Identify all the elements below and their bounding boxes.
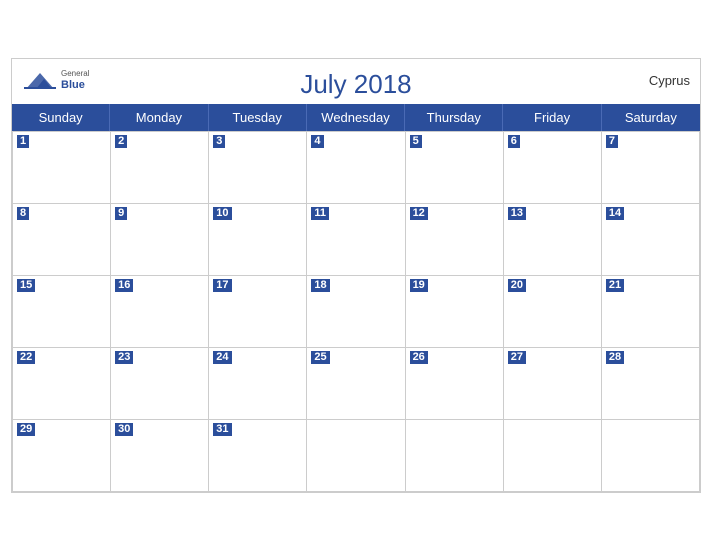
day-cell-23: 23 <box>111 348 209 420</box>
day-cell-22: 22 <box>13 348 111 420</box>
day-number: 4 <box>311 135 323 148</box>
day-cell-4: 4 <box>307 132 405 204</box>
day-number: 8 <box>17 207 29 220</box>
day-cell-6: 6 <box>504 132 602 204</box>
day-number: 6 <box>508 135 520 148</box>
days-header: SundayMondayTuesdayWednesdayThursdayFrid… <box>12 104 700 131</box>
day-cell-7: 7 <box>602 132 700 204</box>
day-number: 15 <box>17 279 35 292</box>
day-header-thursday: Thursday <box>405 104 503 131</box>
day-number: 28 <box>606 351 624 364</box>
calendar-title: July 2018 <box>32 69 680 100</box>
brand-blue: Blue <box>61 79 89 91</box>
day-cell-27: 27 <box>504 348 602 420</box>
day-cell-1: 1 <box>13 132 111 204</box>
day-cell-20: 20 <box>504 276 602 348</box>
day-number: 20 <box>508 279 526 292</box>
day-cell-13: 13 <box>504 204 602 276</box>
day-cell-24: 24 <box>209 348 307 420</box>
day-cell-3: 3 <box>209 132 307 204</box>
day-number: 10 <box>213 207 231 220</box>
day-number: 16 <box>115 279 133 292</box>
day-header-sunday: Sunday <box>12 104 110 131</box>
brand-general: General <box>61 70 89 79</box>
day-number: 14 <box>606 207 624 220</box>
day-cell-empty <box>602 420 700 492</box>
calendar-grid: 1234567891011121314151617181920212223242… <box>12 131 700 492</box>
brand-logo-area: General Blue <box>22 67 89 95</box>
day-cell-31: 31 <box>209 420 307 492</box>
day-header-friday: Friday <box>503 104 601 131</box>
day-cell-empty <box>406 420 504 492</box>
day-number: 17 <box>213 279 231 292</box>
day-number: 26 <box>410 351 428 364</box>
day-cell-25: 25 <box>307 348 405 420</box>
country-label: Cyprus <box>649 73 690 88</box>
day-number: 19 <box>410 279 428 292</box>
day-cell-26: 26 <box>406 348 504 420</box>
day-cell-2: 2 <box>111 132 209 204</box>
day-number: 13 <box>508 207 526 220</box>
day-cell-30: 30 <box>111 420 209 492</box>
day-number: 30 <box>115 423 133 436</box>
calendar-header: General Blue July 2018 Cyprus <box>12 59 700 104</box>
day-number: 25 <box>311 351 329 364</box>
day-header-saturday: Saturday <box>602 104 700 131</box>
day-number: 29 <box>17 423 35 436</box>
day-cell-empty <box>504 420 602 492</box>
calendar-container: General Blue July 2018 Cyprus SundayMond… <box>11 58 701 493</box>
day-number: 12 <box>410 207 428 220</box>
day-cell-11: 11 <box>307 204 405 276</box>
day-cell-28: 28 <box>602 348 700 420</box>
day-header-tuesday: Tuesday <box>209 104 307 131</box>
day-cell-16: 16 <box>111 276 209 348</box>
day-cell-10: 10 <box>209 204 307 276</box>
day-number: 31 <box>213 423 231 436</box>
day-cell-empty <box>307 420 405 492</box>
day-number: 22 <box>17 351 35 364</box>
day-number: 7 <box>606 135 618 148</box>
day-number: 5 <box>410 135 422 148</box>
day-number: 11 <box>311 207 329 220</box>
day-cell-21: 21 <box>602 276 700 348</box>
day-number: 23 <box>115 351 133 364</box>
day-cell-5: 5 <box>406 132 504 204</box>
day-header-wednesday: Wednesday <box>307 104 405 131</box>
day-number: 27 <box>508 351 526 364</box>
day-cell-12: 12 <box>406 204 504 276</box>
day-cell-8: 8 <box>13 204 111 276</box>
day-cell-17: 17 <box>209 276 307 348</box>
day-cell-9: 9 <box>111 204 209 276</box>
day-number: 2 <box>115 135 127 148</box>
day-number: 24 <box>213 351 231 364</box>
day-cell-18: 18 <box>307 276 405 348</box>
day-number: 18 <box>311 279 329 292</box>
day-number: 9 <box>115 207 127 220</box>
day-cell-15: 15 <box>13 276 111 348</box>
day-number: 3 <box>213 135 225 148</box>
day-number: 1 <box>17 135 29 148</box>
brand-text: General Blue <box>61 70 89 91</box>
day-number: 21 <box>606 279 624 292</box>
day-header-monday: Monday <box>110 104 208 131</box>
day-cell-29: 29 <box>13 420 111 492</box>
day-cell-14: 14 <box>602 204 700 276</box>
day-cell-19: 19 <box>406 276 504 348</box>
